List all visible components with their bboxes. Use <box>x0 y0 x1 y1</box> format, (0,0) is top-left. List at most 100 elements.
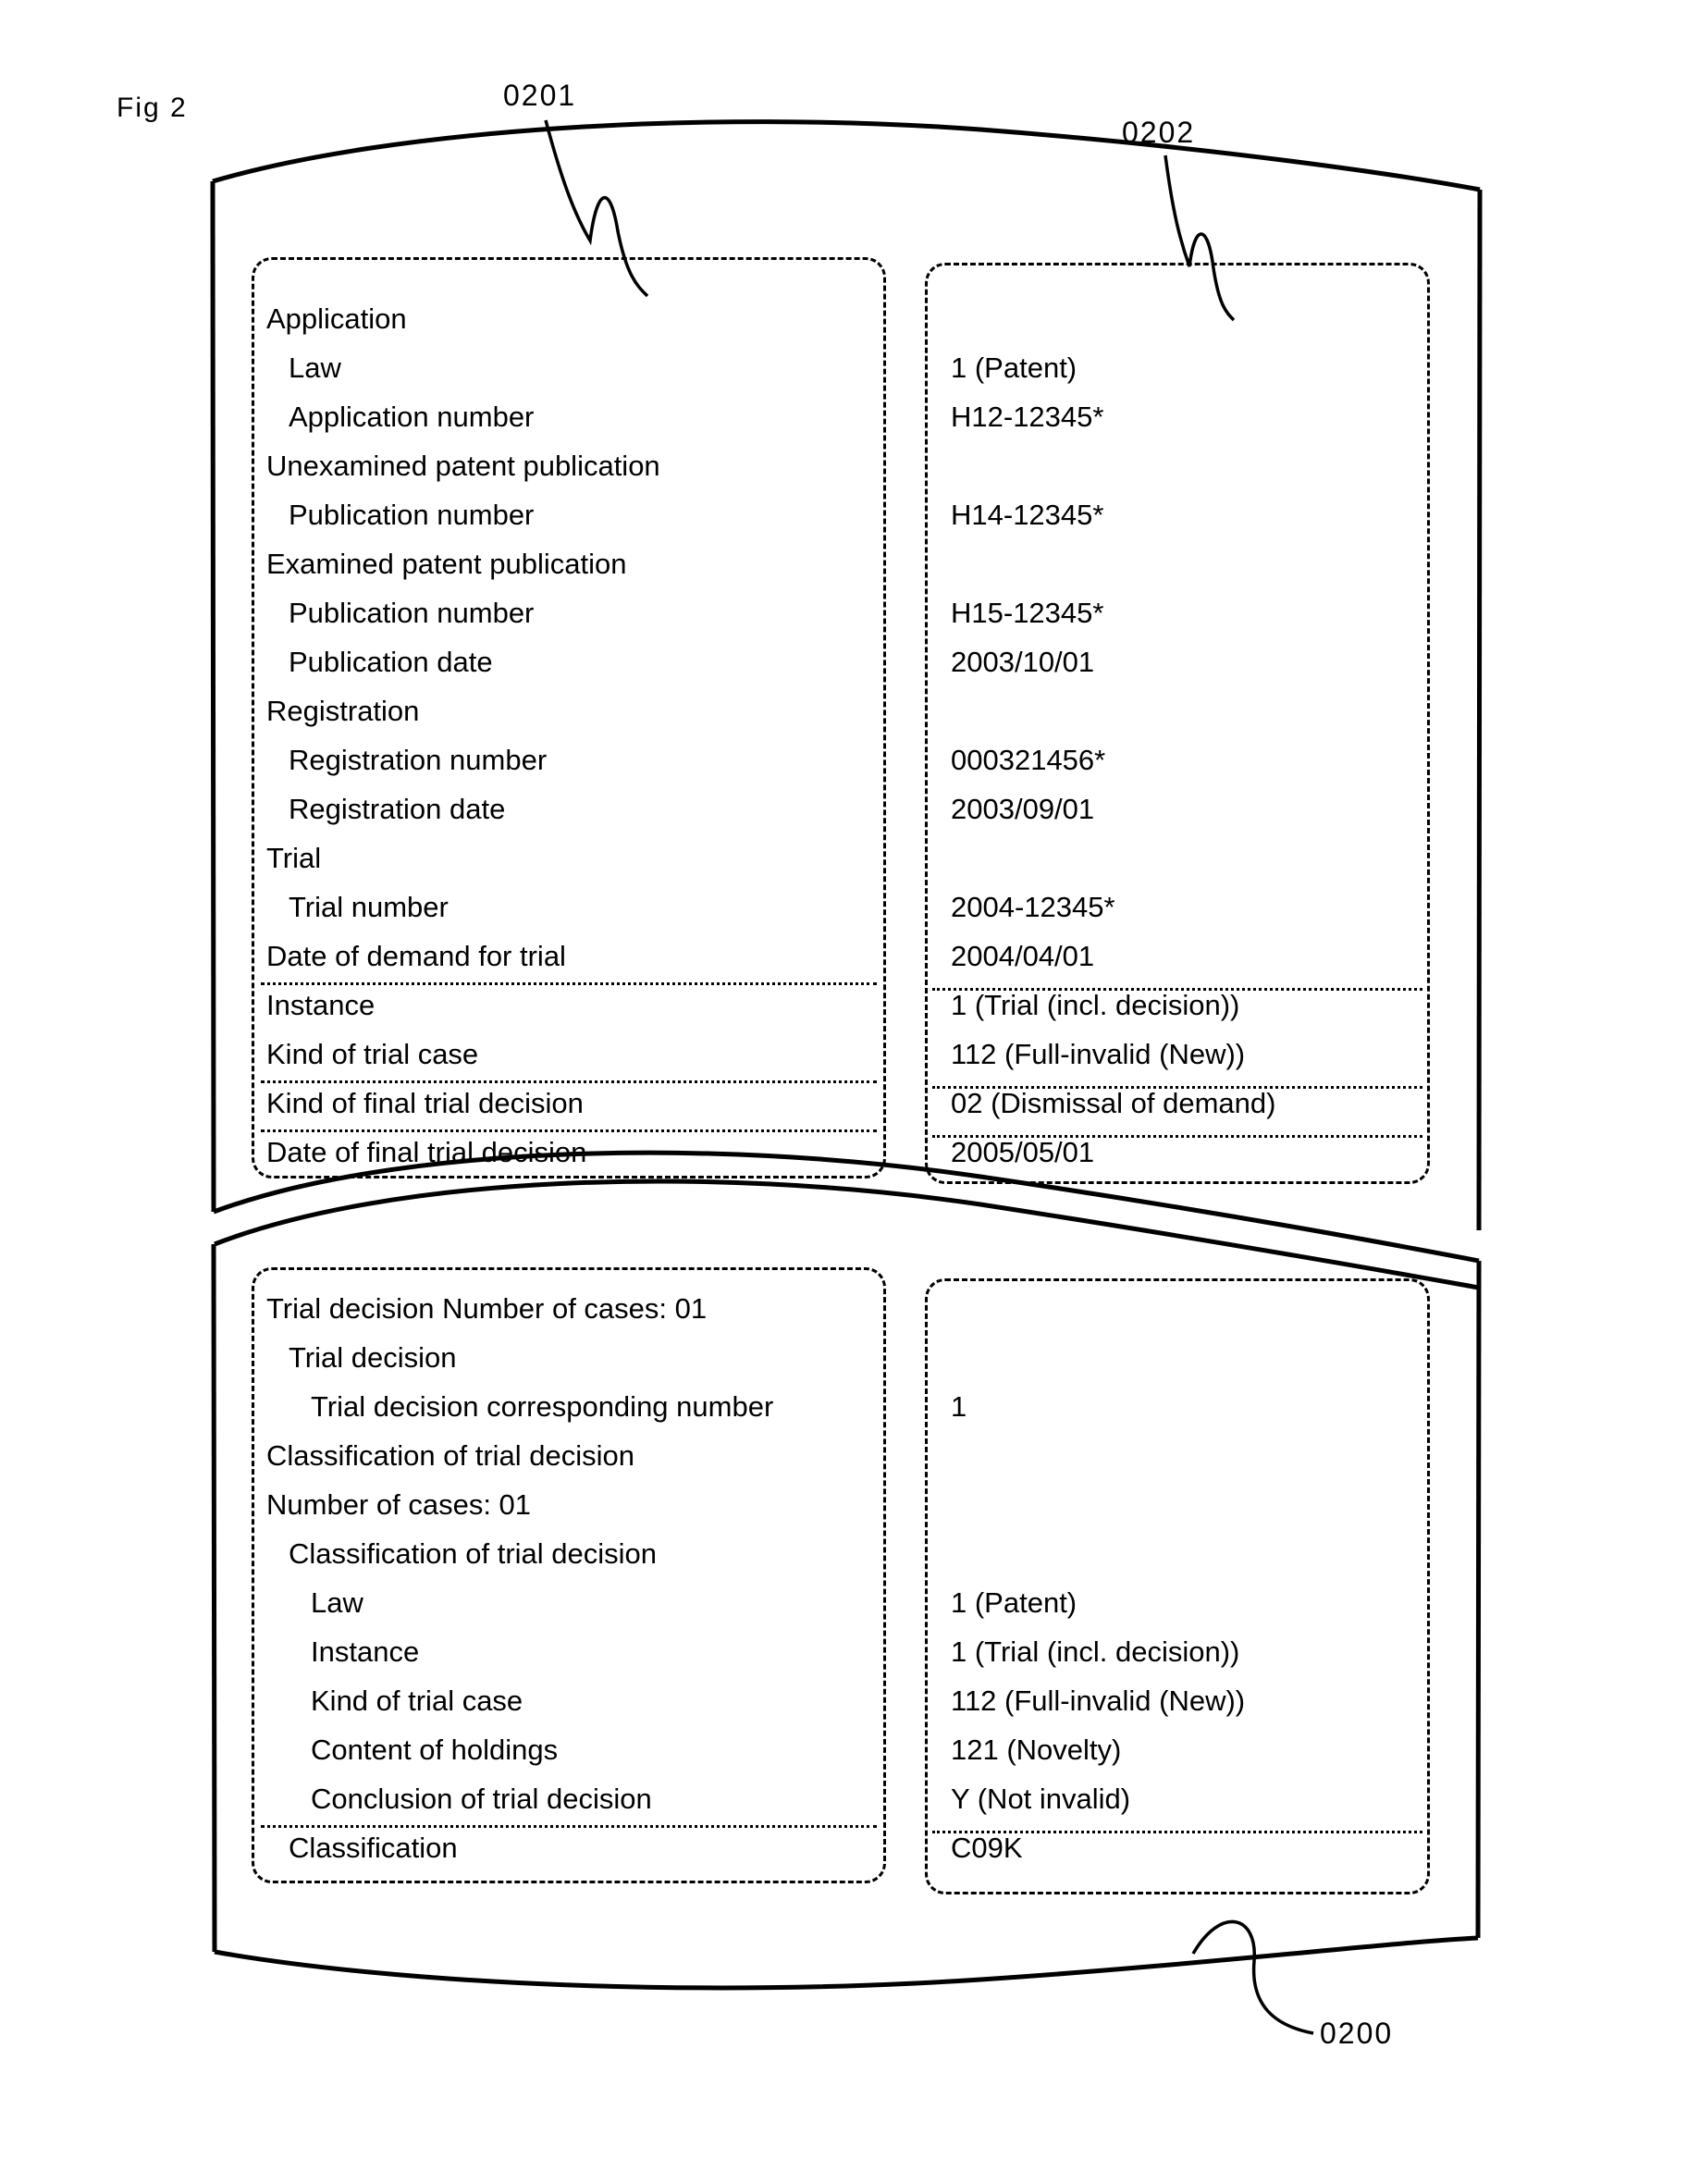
field-value: 2003/10/01 <box>951 646 1095 678</box>
field-label: Date of final trial decision <box>266 1136 587 1168</box>
field-label-row: Instance <box>266 1627 886 1676</box>
field-value-row: 1 (Patent) <box>951 343 1432 392</box>
field-value-row: 2003/10/01 <box>951 637 1432 686</box>
field-label-row: Application <box>266 294 886 343</box>
field-label-row: Conclusion of trial decision <box>266 1774 886 1823</box>
lower-label-column: Trial decision Number of cases: 01 Trial … <box>266 1284 886 1872</box>
field-label: Kind of trial case <box>311 1684 523 1717</box>
field-value-row: 2004/04/01 <box>951 932 1432 981</box>
row-separator <box>932 1135 1422 1138</box>
field-value-row: 2004-12345* <box>951 882 1432 932</box>
field-label-row: Registration number <box>266 735 886 784</box>
field-label-row: Date of final trial decision <box>266 1128 886 1177</box>
field-label: Classification of trial decision <box>266 1439 635 1472</box>
field-label: Trial <box>266 842 322 874</box>
field-label-row: Kind of trial case <box>266 1676 886 1725</box>
field-label: Trial decision corresponding number <box>311 1390 774 1423</box>
field-label-row: Registration <box>266 686 886 735</box>
field-label-row: Application number <box>266 392 886 441</box>
field-label: Trial decision <box>289 1341 457 1374</box>
field-value: H12-12345* <box>951 401 1104 433</box>
field-label-row: Publication date <box>266 637 886 686</box>
field-label: Instance <box>311 1635 420 1668</box>
field-label-row: Law <box>266 1578 886 1627</box>
field-value-row: 112 (Full-invalid (New)) <box>951 1676 1432 1725</box>
field-label: Unexamined patent publication <box>266 450 660 482</box>
field-value-row <box>951 441 1432 490</box>
field-label-row: Kind of final trial decision <box>266 1079 886 1128</box>
field-label-row: Trial <box>266 833 886 882</box>
field-value-row: 1 <box>951 1382 1432 1431</box>
field-label: Trial number <box>289 891 449 923</box>
field-value: 1 <box>951 1390 967 1423</box>
field-value: 000321456* <box>951 744 1106 776</box>
field-label: Publication date <box>289 646 493 678</box>
field-value-row <box>951 1284 1432 1333</box>
upper-label-column: Application Law Application number Unexamin… <box>266 294 886 1177</box>
field-label: Law <box>311 1586 363 1619</box>
field-value-row: 2003/09/01 <box>951 784 1432 833</box>
field-label-row: Number of cases: 01 <box>266 1480 886 1529</box>
field-label: Registration <box>266 695 420 727</box>
field-label: Conclusion of trial decision <box>311 1783 652 1815</box>
field-value-row: H12-12345* <box>951 392 1432 441</box>
field-value: H14-12345* <box>951 499 1104 531</box>
field-label: Publication number <box>289 597 535 629</box>
row-separator <box>932 1086 1422 1089</box>
row-separator <box>261 1080 877 1083</box>
field-label-row: Instance <box>266 981 886 1030</box>
field-value: Y (Not invalid) <box>951 1783 1131 1815</box>
row-separator <box>261 1129 877 1132</box>
field-value: 2003/09/01 <box>951 793 1095 825</box>
field-label: Classification <box>289 1832 458 1864</box>
field-label-row: Registration date <box>266 784 886 833</box>
field-value-row <box>951 1431 1432 1480</box>
field-label-row: Trial decision <box>266 1333 886 1382</box>
field-label: Kind of final trial decision <box>266 1087 584 1119</box>
field-value: 1 (Trial (incl. decision)) <box>951 1635 1240 1668</box>
field-label: Publication number <box>289 499 535 531</box>
field-value-row <box>951 539 1432 588</box>
field-value-row: 1 (Patent) <box>951 1578 1432 1627</box>
field-label-row: Date of demand for trial <box>266 932 886 981</box>
field-label-row: Classification <box>266 1823 886 1872</box>
row-separator <box>932 988 1422 991</box>
field-label: Kind of trial case <box>266 1038 479 1070</box>
lower-value-column: 1 1 (Patent) 1 (Trial (incl. decision)) 112… <box>951 1284 1432 1872</box>
field-label: Law <box>289 352 341 384</box>
field-value: H15-12345* <box>951 597 1104 629</box>
reference-numeral-0200: 0200 <box>1320 2017 1394 2050</box>
row-separator <box>261 1825 877 1828</box>
field-label: Registration number <box>289 744 548 776</box>
field-value: 121 (Novelty) <box>951 1734 1122 1766</box>
field-label: Content of holdings <box>311 1734 559 1766</box>
field-value: 1 (Patent) <box>951 352 1077 384</box>
field-label-row: Examined patent publication <box>266 539 886 588</box>
field-value-row <box>951 1529 1432 1578</box>
field-value-row <box>951 294 1432 343</box>
field-label-row: Classification of trial decision <box>266 1431 886 1480</box>
field-label: Date of demand for trial <box>266 940 566 972</box>
figure-label: Fig 2 <box>117 93 188 123</box>
field-value-row: 1 (Trial (incl. decision)) <box>951 1627 1432 1676</box>
field-value-row: H15-12345* <box>951 588 1432 637</box>
field-value-row <box>951 833 1432 882</box>
field-label: Examined patent publication <box>266 548 627 580</box>
row-separator <box>932 1831 1422 1833</box>
field-label-row: Trial decision Number of cases: 01 <box>266 1284 886 1333</box>
field-label-row: Publication number <box>266 490 886 539</box>
field-label: Application number <box>289 401 535 433</box>
field-value-row: 000321456* <box>951 735 1432 784</box>
reference-numeral-0202: 0202 <box>1122 116 1196 149</box>
field-value: 2004/04/01 <box>951 940 1095 972</box>
field-label-row: Unexamined patent publication <box>266 441 886 490</box>
field-label: Application <box>266 302 407 335</box>
field-label-row: Classification of trial decision <box>266 1529 886 1578</box>
field-value-row: Y (Not invalid) <box>951 1774 1432 1823</box>
field-label-row: Kind of trial case <box>266 1030 886 1079</box>
field-label: Classification of trial decision <box>289 1537 658 1570</box>
field-value: 112 (Full-invalid (New)) <box>951 1038 1246 1070</box>
field-value: 1 (Patent) <box>951 1586 1077 1619</box>
field-value: 112 (Full-invalid (New)) <box>951 1684 1246 1717</box>
upper-value-column: 1 (Patent) H12-12345* H14-12345* H15-12345*… <box>951 294 1432 1177</box>
